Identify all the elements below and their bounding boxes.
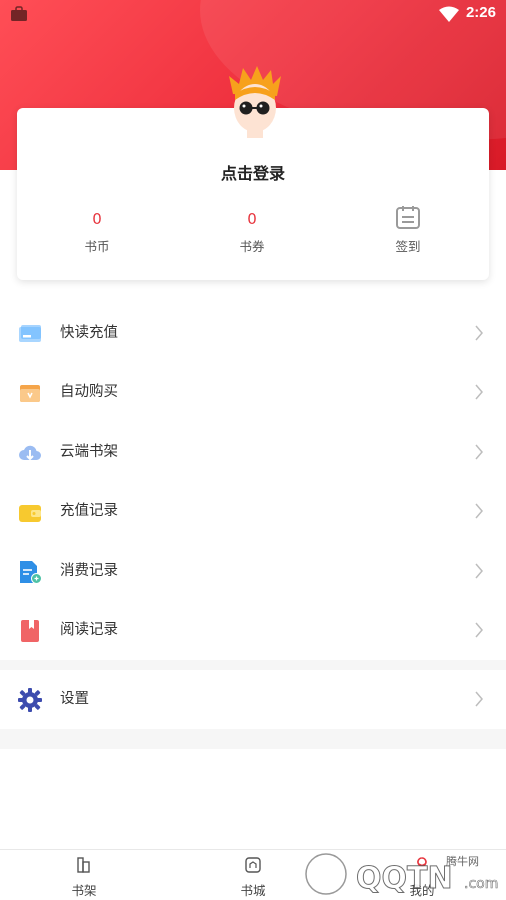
watermark-text: 腾牛网	[446, 855, 479, 868]
sign-in-button[interactable]: 签到	[368, 206, 448, 255]
tab-bookstore[interactable]: 书城	[223, 856, 283, 899]
book-icon	[21, 620, 39, 642]
wallet-icon	[20, 385, 40, 402]
menu-item-label: 设置	[60, 691, 89, 707]
menu-item-reading-history[interactable]: 阅读记录	[0, 600, 506, 660]
book-coins-value: 0	[92, 210, 102, 228]
section-divider	[0, 729, 506, 749]
menu-item-cloud-bookshelf[interactable]: 云端书架	[0, 422, 506, 482]
book-tickets-stat[interactable]: 0 书券	[212, 208, 292, 255]
menu-item-label: 自动购买	[60, 384, 118, 400]
wallet-card-icon	[19, 505, 41, 522]
tab-bookshelf[interactable]: 书架	[54, 856, 114, 899]
chevron-right-icon	[475, 622, 483, 638]
book-tickets-value: 0	[247, 210, 257, 228]
menu-item-label: 消费记录	[60, 563, 118, 579]
cloud-icon	[19, 445, 41, 461]
chevron-right-icon	[475, 563, 483, 579]
calendar-icon	[396, 206, 420, 229]
menu-item-quick-recharge[interactable]: 快读充值	[0, 303, 506, 363]
wifi-icon	[439, 6, 459, 22]
chevron-right-icon	[475, 691, 483, 707]
book-coins-label: 书币	[84, 239, 110, 254]
menu-item-recharge-history[interactable]: 充值记录	[0, 481, 506, 541]
gear-icon	[18, 688, 42, 712]
menu-item-settings[interactable]: 设置	[0, 669, 506, 729]
svg-text:QQTN: QQTN	[356, 861, 453, 896]
status-bar: 2:26	[0, 0, 506, 28]
chevron-right-icon	[475, 444, 483, 460]
chevron-right-icon	[475, 503, 483, 519]
avatar[interactable]	[227, 64, 283, 138]
sign-in-label: 签到	[395, 239, 421, 254]
tab-label: 书架	[71, 883, 97, 898]
bookshelf-icon	[77, 857, 90, 873]
menu-item-spending-history[interactable]: 消费记录	[0, 541, 506, 601]
svg-text:.com: .com	[464, 876, 498, 892]
card-icon	[19, 325, 41, 342]
status-time: 2:26	[465, 4, 496, 21]
login-link[interactable]: 点击登录	[17, 160, 489, 184]
menu-item-label: 云端书架	[60, 444, 118, 460]
shopping-bag-icon	[11, 6, 27, 21]
menu-item-auto-purchase[interactable]: 自动购买	[0, 362, 506, 422]
tab-label: 书城	[240, 883, 266, 898]
chevron-right-icon	[475, 384, 483, 400]
menu-item-label: 阅读记录	[60, 622, 118, 638]
book-tickets-label: 书券	[239, 239, 265, 254]
chevron-right-icon	[475, 325, 483, 341]
bookstore-icon	[245, 857, 261, 873]
book-coins-stat[interactable]: 0 书币	[57, 208, 137, 255]
menu-item-label: 充值记录	[60, 503, 118, 519]
document-icon	[20, 561, 42, 584]
menu-item-label: 快读充值	[60, 325, 118, 341]
